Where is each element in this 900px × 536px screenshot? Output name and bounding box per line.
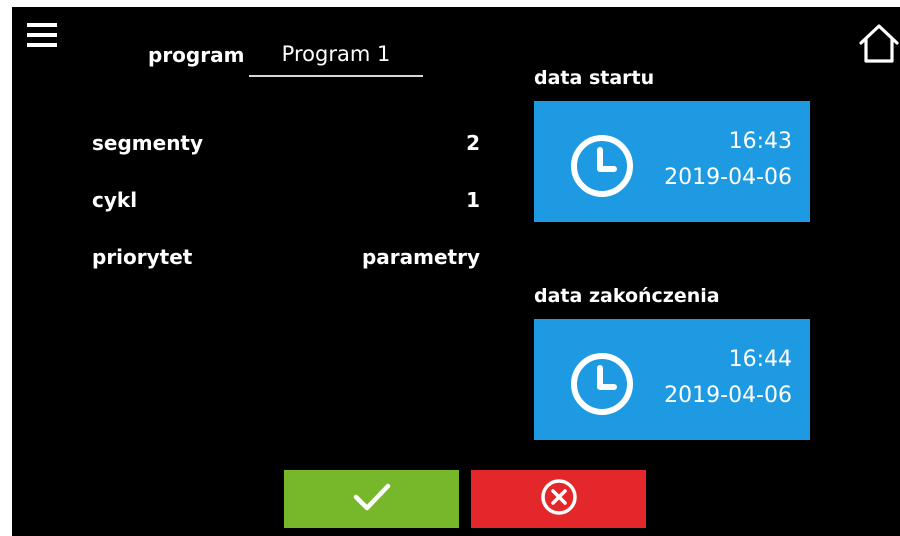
end-date: 2019-04-06 [664,383,792,408]
clock-icon [567,131,637,201]
segments-value[interactable]: 2 [466,131,480,155]
menu-bar [27,33,57,37]
home-icon[interactable] [857,21,900,65]
program-select-field[interactable]: Program 1 [249,39,423,77]
checkmark-icon [352,481,392,517]
clock-icon [567,349,637,419]
program-label: program [148,43,245,67]
cancel-x-circle-icon [540,478,578,520]
start-date-heading: data startu [534,67,655,89]
cycle-value[interactable]: 1 [466,188,480,212]
menu-bar [27,43,57,47]
start-date-tile[interactable]: 16:43 2019-04-06 [534,101,810,222]
hamburger-menu-icon[interactable] [26,19,58,51]
cancel-button[interactable] [471,470,646,528]
screen: program Program 1 segmenty 2 cykl 1 prio… [12,7,900,536]
cycle-label: cykl [92,188,138,212]
start-time: 16:43 [728,129,792,154]
confirm-button[interactable] [284,470,459,528]
priority-value[interactable]: parametry [362,245,480,269]
segments-label: segmenty [92,131,204,155]
priority-label: priorytet [92,245,193,269]
end-date-heading: data zakończenia [534,285,720,307]
end-date-tile[interactable]: 16:44 2019-04-06 [534,319,810,440]
start-date: 2019-04-06 [664,165,792,190]
end-time: 16:44 [728,347,792,372]
menu-bar [27,23,57,27]
